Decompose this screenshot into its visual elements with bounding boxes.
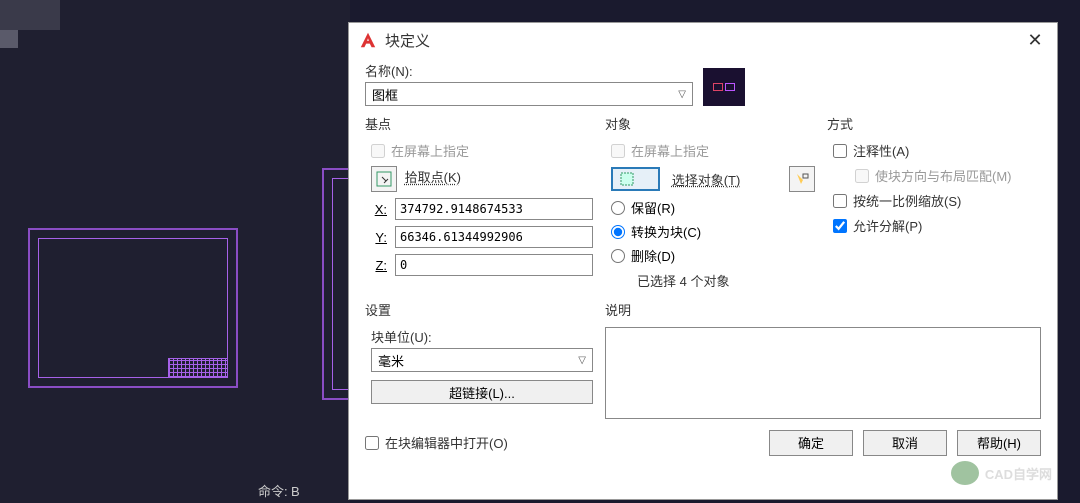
dialog-titlebar: 块定义 ✕ [349,23,1057,57]
unit-label: 块单位(U): [371,327,593,346]
quick-select-icon-button[interactable] [789,166,815,192]
chevron-down-icon: ▽ [578,355,586,366]
help-button[interactable]: 帮助(H) [957,430,1041,456]
behavior-title: 方式 [827,114,1041,135]
ok-button[interactable]: 确定 [769,430,853,456]
pick-point-icon-button[interactable] [371,166,397,192]
drawing-frame-1-inner [38,238,228,378]
name-combobox[interactable]: 图框 ▽ [365,82,693,106]
x-input[interactable] [395,198,593,220]
x-label: X: [371,202,387,217]
watermark-badge: CAD自学网 [951,461,1052,485]
select-objects-icon-button[interactable] [611,167,660,191]
convert-radio[interactable]: 转换为块(C) [611,222,815,241]
delete-radio[interactable]: 删除(D) [611,246,815,265]
unit-select[interactable]: 毫米 ▽ [371,348,593,372]
obj-specify-onscreen-checkbox: 在屏幕上指定 [611,141,815,160]
drawing-titleblock [168,358,228,378]
cancel-button[interactable]: 取消 [863,430,947,456]
command-prefix: 命令: [258,484,288,499]
hyperlink-button[interactable]: 超链接(L)... [371,380,593,404]
dialog-title: 块定义 [385,30,1023,51]
cad-canvas: 命令: B [0,0,350,503]
name-value: 图框 [372,85,398,104]
open-in-editor-checkbox[interactable]: 在块编辑器中打开(O) [365,433,508,452]
retain-radio[interactable]: 保留(R) [611,198,815,217]
match-orientation-checkbox: 使块方向与布局匹配(M) [833,166,1041,185]
y-label: Y: [371,230,387,245]
wechat-icon [951,461,979,485]
selection-info: 已选择 4 个对象 [611,271,815,290]
annotative-checkbox[interactable]: 注释性(A) [833,141,1041,160]
description-title: 说明 [605,300,1041,321]
z-input[interactable] [395,254,593,276]
objects-title: 对象 [605,114,815,135]
name-label: 名称(N): [365,61,693,80]
y-input[interactable] [395,226,593,248]
chevron-down-icon: ▽ [678,89,686,100]
window-titlebar-fragment [0,0,60,30]
command-line[interactable]: 命令: B [258,481,300,500]
description-textarea[interactable] [605,327,1041,419]
scale-uniform-checkbox[interactable]: 按统一比例缩放(S) [833,191,1041,210]
pick-point-label[interactable]: 拾取点(K) [405,170,461,185]
block-preview [703,68,745,106]
settings-title: 设置 [365,300,593,321]
select-objects-label[interactable]: 选择对象(T) [672,170,741,189]
z-label: Z: [371,258,387,273]
allow-explode-checkbox[interactable]: 允许分解(P) [833,216,1041,235]
window-tab-fragment [0,30,18,48]
unit-value: 毫米 [378,351,404,370]
command-value: B [291,484,300,499]
close-icon[interactable]: ✕ [1023,30,1047,51]
block-definition-dialog: 块定义 ✕ 名称(N): 图框 ▽ 基点 在屏幕上指定 [348,22,1058,500]
autocad-logo-icon [359,31,377,49]
basepoint-title: 基点 [365,114,593,135]
base-specify-onscreen-checkbox: 在屏幕上指定 [371,141,593,160]
